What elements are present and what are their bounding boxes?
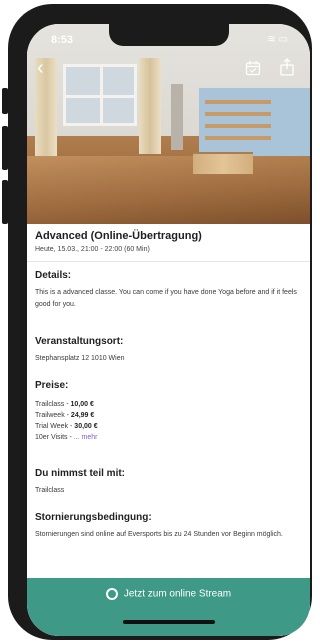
share-button[interactable] bbox=[279, 58, 297, 78]
price-list: Trailclass - 10,00 € Trailweek - 24,99 €… bbox=[35, 399, 303, 443]
details-heading: Details: bbox=[35, 270, 72, 281]
calendar-icon bbox=[245, 61, 261, 76]
status-time: 8:53 bbox=[51, 34, 74, 46]
online-stream-label: Jetzt zum online Stream bbox=[123, 588, 232, 600]
back-button[interactable]: ‹ bbox=[37, 57, 55, 79]
add-to-calendar-button[interactable] bbox=[245, 60, 263, 78]
details-text: This is a advanced classe. You can come … bbox=[35, 289, 297, 308]
status-bar: 8:53 ≋ ▭ bbox=[27, 24, 310, 54]
location-address[interactable]: Stephansplatz 12 1010 Wien bbox=[35, 353, 303, 365]
event-title: Advanced (Online-Übertragung) bbox=[35, 230, 202, 242]
home-indicator[interactable] bbox=[123, 620, 215, 624]
divider bbox=[27, 261, 310, 262]
device-frame: 8:53 ≋ ▭ ‹ Advanced (Online-Übertragung)… bbox=[0, 0, 313, 644]
location-section: Veranstaltungsort: Stephansplatz 12 1010… bbox=[35, 336, 303, 365]
price-item: Trailclass - 10,00 € bbox=[35, 401, 94, 408]
prices-heading: Preise: bbox=[35, 380, 69, 391]
event-header: Advanced (Online-Übertragung) Heute, 15.… bbox=[35, 230, 303, 253]
event-datetime: Heute, 15.03., 21:00 - 22:00 (60 Min) bbox=[35, 246, 150, 253]
price-item: Trial Week - 30,00 € bbox=[35, 423, 98, 430]
details-section: Details: This is a advanced classe. You … bbox=[35, 270, 303, 311]
participation-section: Du nimmst teil mit: Trailclass bbox=[35, 468, 303, 497]
prices-section: Preise: Trailclass - 10,00 € Trailweek -… bbox=[35, 380, 303, 443]
stream-icon bbox=[105, 588, 118, 600]
screen: 8:53 ≋ ▭ ‹ Advanced (Online-Übertragung)… bbox=[27, 24, 310, 636]
location-heading: Veranstaltungsort: bbox=[35, 336, 124, 347]
share-icon bbox=[280, 58, 294, 76]
event-details: Advanced (Online-Übertragung) Heute, 15.… bbox=[27, 224, 310, 636]
studio-photo bbox=[27, 24, 310, 224]
cancellation-heading: Stornierungsbedingung: bbox=[35, 512, 152, 523]
participation-value: Trailclass bbox=[35, 487, 65, 494]
price-item: 10er Visits - ... mehr bbox=[35, 434, 98, 441]
price-item: Trailweek - 24,99 € bbox=[35, 412, 95, 419]
more-prices-link[interactable]: ... mehr bbox=[74, 434, 98, 441]
cancellation-text: Stornierungen sind online auf Eversports… bbox=[35, 531, 283, 538]
cancellation-section: Stornierungsbedingung: Stornierungen sin… bbox=[35, 512, 303, 541]
chevron-left-icon: ‹ bbox=[37, 57, 44, 79]
phone-body: 8:53 ≋ ▭ ‹ Advanced (Online-Übertragung)… bbox=[8, 4, 312, 640]
participation-heading: Du nimmst teil mit: bbox=[35, 468, 126, 479]
online-stream-button[interactable]: Jetzt zum online Stream bbox=[27, 578, 310, 636]
status-icons: ≋ ▭ bbox=[267, 34, 288, 45]
